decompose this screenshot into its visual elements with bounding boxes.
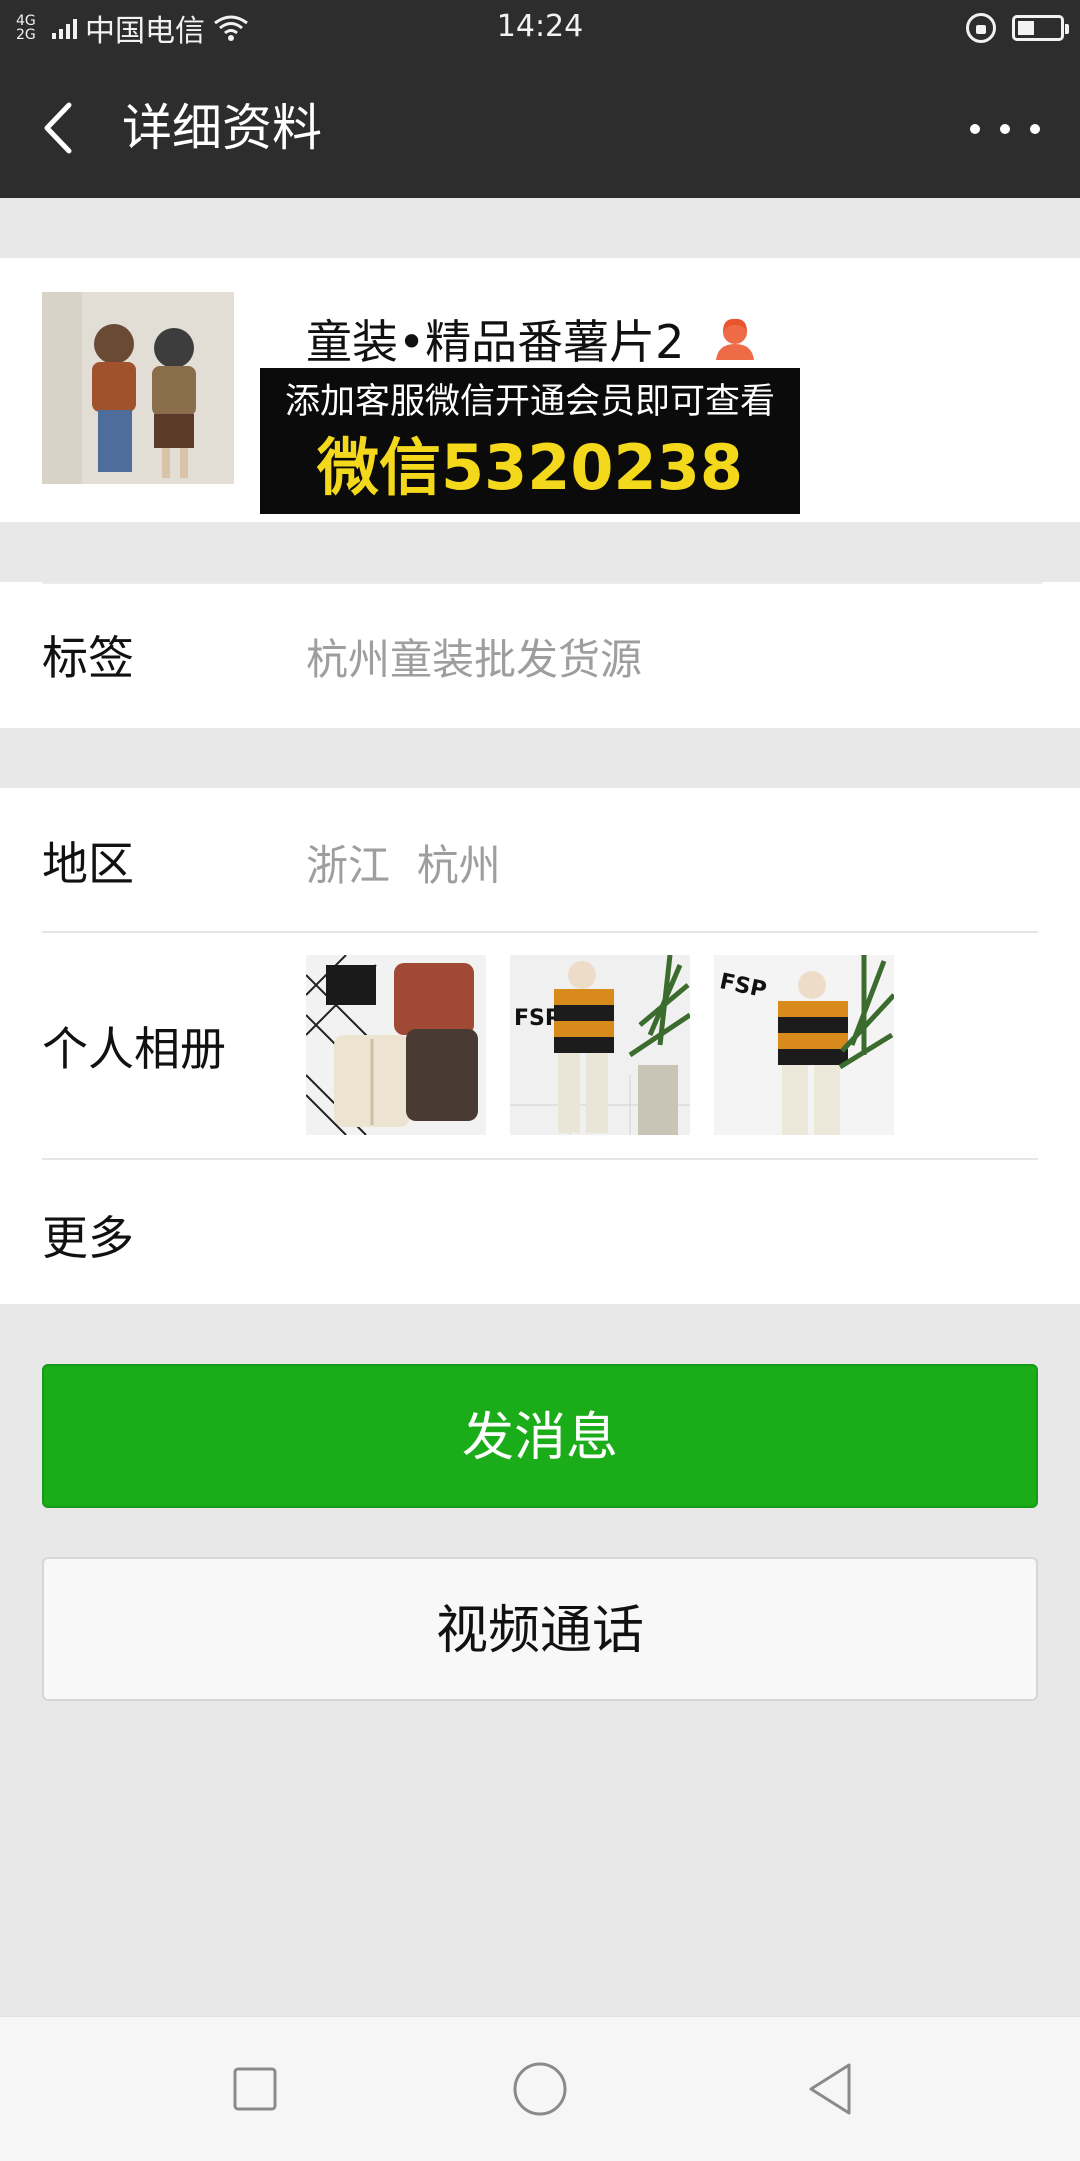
album-thumbnail[interactable]: FSP [714, 955, 894, 1135]
region-value: 浙江 杭州 [306, 841, 501, 890]
region-label: 地区 [42, 837, 134, 891]
svg-text:FSP: FSP [514, 1006, 561, 1031]
nickname: 童装•精品番薯片2 [306, 315, 685, 369]
back-nav-button[interactable] [800, 2059, 860, 2119]
home-icon [513, 2062, 567, 2116]
back-button[interactable] [36, 93, 80, 163]
region-row: 地区 浙江 杭州 [0, 788, 1080, 931]
back-icon [809, 2063, 851, 2115]
watermark-line-2: 微信5320238 [317, 431, 743, 504]
battery-icon [1012, 15, 1069, 41]
send-message-button[interactable]: 发消息 [42, 1364, 1038, 1508]
video-call-button[interactable]: 视频通话 [42, 1557, 1038, 1701]
tags-row[interactable]: 标签 杭州童装批发货源 [0, 582, 1080, 728]
kids-striped-sweater-photo: FSP [510, 955, 690, 1135]
more-label: 更多 [42, 1211, 134, 1265]
kids-striped-sweater-photo-2: FSP [714, 955, 894, 1135]
chevron-left-icon [44, 102, 72, 154]
more-dots-icon [970, 124, 980, 134]
more-dot [1000, 124, 1010, 134]
avatar-photo [42, 292, 234, 484]
album-row[interactable]: 个人相册 FSP FSP [0, 933, 1080, 1157]
profile-card[interactable]: 童装•精品番薯片2 添加客服微信开通会员即可查看 微信5320238 [0, 258, 1080, 522]
info-section: 地区 浙江 杭州 个人相册 FSP FSP 更多 [0, 788, 1080, 1304]
watermark-banner: 添加客服微信开通会员即可查看 微信5320238 [260, 368, 800, 514]
system-nav-bar [0, 2016, 1080, 2161]
more-button[interactable] [970, 109, 1040, 149]
recent-apps-icon [233, 2067, 277, 2111]
nickname-row: 童装•精品番薯片2 [306, 306, 758, 372]
tags-value: 杭州童装批发货源 [306, 635, 643, 684]
album-thumbnail[interactable] [306, 955, 486, 1135]
rotation-lock-icon [966, 13, 996, 43]
more-dot [1030, 124, 1040, 134]
watermark-line-1: 添加客服微信开通会员即可查看 [284, 382, 775, 422]
tags-label: 标签 [42, 631, 134, 685]
home-button[interactable] [510, 2059, 570, 2119]
top-bar: 详细资料 [0, 57, 1080, 198]
sweater-photo [306, 955, 486, 1135]
status-right [966, 10, 1069, 46]
more-row[interactable]: 更多 [0, 1160, 1080, 1304]
album-thumbnail[interactable]: FSP [510, 955, 690, 1135]
status-time: 14:24 [496, 9, 584, 44]
recent-apps-button[interactable] [225, 2059, 285, 2119]
battery-fill [1018, 21, 1034, 35]
avatar[interactable] [42, 292, 234, 484]
tags-divider [42, 582, 1042, 584]
status-bar: 4G 2G 中国电信 14:24 [0, 0, 1080, 57]
page-title: 详细资料 [122, 99, 322, 157]
album-label: 个人相册 [42, 1022, 226, 1076]
female-user-icon [716, 318, 755, 360]
